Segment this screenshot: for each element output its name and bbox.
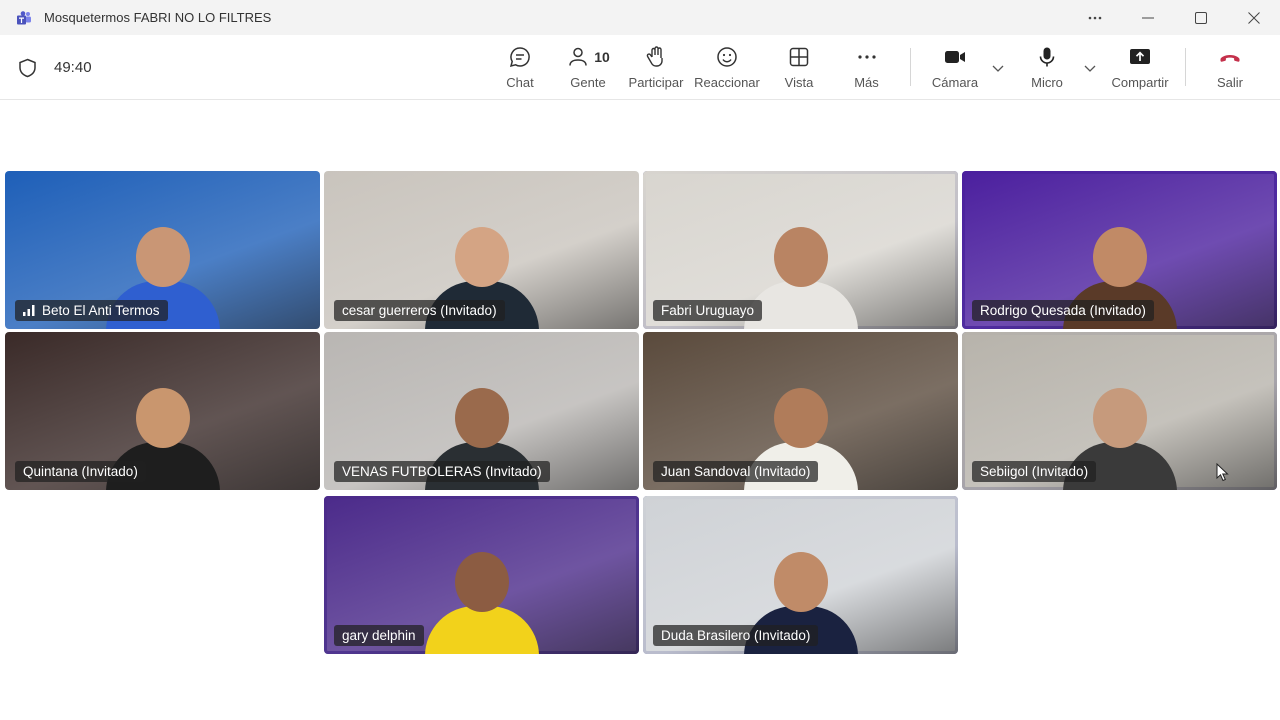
participant-tile[interactable]: Beto El Anti Termos [5,171,320,329]
signal-strength-icon [23,305,35,316]
close-icon [1247,11,1260,24]
chat-button[interactable]: Chat [500,43,540,95]
participant-tile[interactable]: Juan Sandoval (Invitado) [643,332,958,490]
meeting-timer: 49:40 [54,59,92,76]
participant-silhouette [417,544,547,654]
raise-hand-icon [646,46,663,67]
participant-name: Fabri Uruguayo [653,300,763,321]
window-title: Mosquetermos FABRI NO LO FILTRES [44,10,272,25]
video-stage: Beto El Anti Termos cesar guerreros (Invi… [0,100,1280,720]
share-screen-icon [1130,49,1150,64]
maximize-icon [1194,11,1207,24]
toolbar-divider [1185,48,1186,86]
share-button[interactable]: Compartir [1108,43,1172,95]
people-label: Gente [570,75,606,90]
react-label: Reaccionar [694,75,760,90]
participant-name-label: Quintana (Invitado) [23,464,138,479]
more-button[interactable]: Más [850,43,883,95]
participant-name: Quintana (Invitado) [15,461,146,482]
react-button[interactable]: Reaccionar [694,43,760,95]
leave-button[interactable]: Salir [1213,43,1247,95]
mic-button[interactable]: Micro [1027,43,1067,95]
minimize-button[interactable] [1121,0,1174,35]
title-bar: Mosquetermos FABRI NO LO FILTRES [0,0,1280,35]
participant-name-label: VENAS FUTBOLERAS (Invitado) [342,464,542,479]
maximize-button[interactable] [1174,0,1227,35]
participant-tile[interactable]: Fabri Uruguayo [643,171,958,329]
view-label: Vista [784,75,814,90]
participant-tile[interactable]: Duda Brasilero (Invitado) [643,496,958,654]
more-label: Más [854,75,879,90]
close-button[interactable] [1227,0,1280,35]
participant-name: gary delphin [334,625,424,646]
raise-hand-button[interactable]: Participar [627,43,685,95]
participant-tile[interactable]: gary delphin [324,496,639,654]
participant-name-label: Duda Brasilero (Invitado) [661,628,811,643]
people-count: 10 [594,49,610,65]
raise-hand-label: Participar [628,75,684,90]
participant-name: cesar guerreros (Invitado) [334,300,505,321]
participant-name: VENAS FUTBOLERAS (Invitado) [334,461,550,482]
participant-tile[interactable]: Rodrigo Quesada (Invitado) [962,171,1277,329]
participant-name-label: Rodrigo Quesada (Invitado) [980,303,1146,318]
participant-tile[interactable]: Quintana (Invitado) [5,332,320,490]
participant-name: Juan Sandoval (Invitado) [653,461,819,482]
microphone-icon [1039,47,1055,67]
share-label: Compartir [1111,75,1169,90]
participant-name: Duda Brasilero (Invitado) [653,625,819,646]
grid-view-icon [789,47,809,67]
people-button[interactable]: 10 Gente [564,43,612,95]
participant-name-label: cesar guerreros (Invitado) [342,303,497,318]
people-icon [569,47,587,66]
teams-icon [17,10,31,24]
participant-name-label: Sebiigol (Invitado) [980,464,1089,479]
ellipsis-icon [857,55,876,59]
participant-name: Beto El Anti Termos [15,300,168,321]
participant-name-label: Juan Sandoval (Invitado) [661,464,811,479]
leave-label: Salir [1216,75,1243,90]
participant-name-label: Beto El Anti Termos [42,303,160,318]
view-button[interactable]: Vista [781,43,817,95]
minimize-icon [1141,17,1154,18]
hang-up-icon [1220,55,1240,62]
mouse-cursor-icon [1216,463,1229,482]
smiley-icon [717,47,737,67]
camera-button[interactable]: Cámara [929,43,981,95]
participant-name-label: Fabri Uruguayo [661,303,755,318]
mic-label: Micro [1031,75,1063,90]
more-options-button[interactable] [1068,0,1121,35]
participant-name: Sebiigol (Invitado) [972,461,1097,482]
participant-tile[interactable]: VENAS FUTBOLERAS (Invitado) [324,332,639,490]
meeting-toolbar: 49:40 Chat 10 Gente Participar Reacciona… [0,35,1280,100]
toolbar-divider [910,48,911,86]
chat-label: Chat [506,75,534,90]
video-camera-icon [945,51,965,63]
participant-name-label: gary delphin [342,628,416,643]
participant-tile[interactable]: Sebiigol (Invitado) [962,332,1277,490]
shield-icon [19,58,36,78]
ellipsis-icon [1088,16,1101,19]
camera-options-chevron-icon[interactable] [991,61,1005,75]
participant-tile[interactable]: cesar guerreros (Invitado) [324,171,639,329]
participant-name: Rodrigo Quesada (Invitado) [972,300,1154,321]
mic-options-chevron-icon[interactable] [1083,61,1097,75]
camera-label: Cámara [931,75,979,90]
chat-icon [509,47,530,68]
